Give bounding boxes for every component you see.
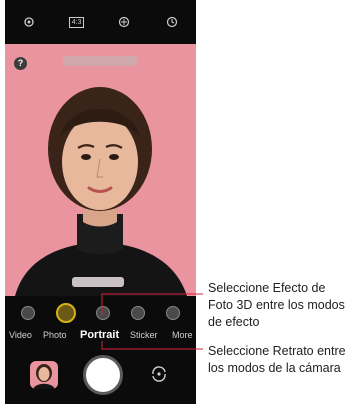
callout-text: Seleccione xyxy=(208,281,273,295)
callout-emphasis: Retrato xyxy=(272,344,314,358)
effect-option[interactable] xyxy=(96,306,111,320)
effect-3d-photo-selected[interactable] xyxy=(55,303,76,323)
blurred-hint-bar-bottom xyxy=(72,277,124,287)
phone-screen: 4:3 ? Video Photo Portrait Sticker More xyxy=(5,0,196,404)
mode-photo[interactable]: Photo xyxy=(43,330,67,340)
callout-portrait-mode: Seleccione Retrato entre los modos de la… xyxy=(208,343,347,377)
camera-top-bar: 4:3 xyxy=(5,0,196,44)
shutter-button[interactable] xyxy=(83,355,123,395)
effect-option[interactable] xyxy=(131,306,146,320)
mode-video[interactable]: Video xyxy=(9,330,32,340)
effect-option[interactable] xyxy=(165,306,180,320)
mode-more[interactable]: More xyxy=(172,330,193,340)
mode-portrait[interactable]: Portrait xyxy=(80,329,119,341)
timer-icon[interactable] xyxy=(162,12,182,32)
aspect-ratio-icon[interactable]: 4:3 xyxy=(67,12,87,32)
gallery-thumbnail[interactable] xyxy=(30,361,58,389)
capture-bar xyxy=(5,352,196,404)
filter-icon[interactable] xyxy=(114,12,134,32)
mode-sticker[interactable]: Sticker xyxy=(130,330,158,340)
callout-3d-effect: Seleccione Efecto de Foto 3D entre los m… xyxy=(208,280,347,331)
camera-mode-selector: Video Photo Portrait Sticker More xyxy=(5,329,196,346)
camera-viewfinder[interactable]: ? xyxy=(5,44,196,296)
effect-option[interactable] xyxy=(21,306,36,320)
switch-camera-icon[interactable] xyxy=(146,361,172,387)
callout-text: Seleccione xyxy=(208,344,273,358)
settings-icon[interactable] xyxy=(19,12,39,32)
effects-row xyxy=(5,300,196,326)
aspect-ratio-label: 4:3 xyxy=(68,16,85,28)
portrait-subject xyxy=(15,87,187,296)
